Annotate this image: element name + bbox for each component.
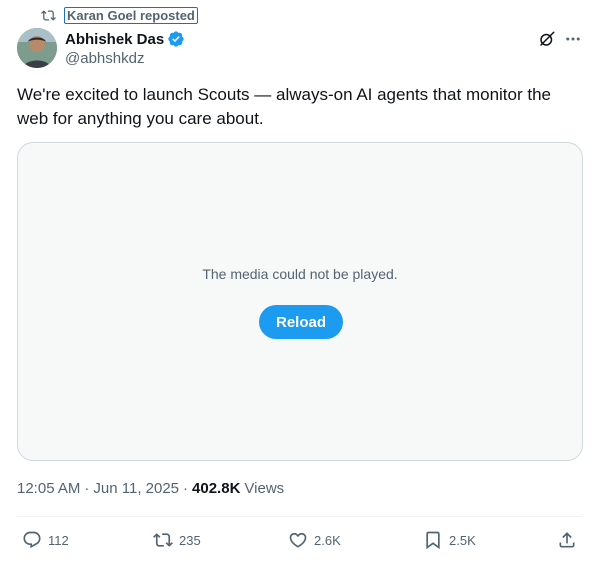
repost-icon <box>153 533 173 547</box>
tweet-time[interactable]: 12:05 AM <box>17 480 80 497</box>
author-handle[interactable]: @abhshkdz <box>65 50 144 67</box>
tweet-meta: 12:05 AM · Jun 11, 2025 · 402.8K Views <box>17 480 284 497</box>
like-count: 2.6K <box>314 532 341 548</box>
author-name[interactable]: Abhishek Das <box>65 30 185 48</box>
repost-label[interactable]: Karan Goel reposted <box>64 7 198 24</box>
share-button[interactable] <box>557 529 577 551</box>
media-error-message: The media could not be played. <box>202 266 398 282</box>
reply-count: 112 <box>48 532 69 548</box>
meta-separator: · <box>183 480 189 497</box>
bookmark-count: 2.5K <box>449 532 476 548</box>
avatar[interactable] <box>17 28 57 68</box>
repost-icon <box>40 8 56 24</box>
tweet-date[interactable]: Jun 11, 2025 <box>93 480 179 497</box>
repost-button[interactable]: 235 <box>153 529 201 551</box>
like-button[interactable]: 2.6K <box>288 529 341 551</box>
repost-indicator: Karan Goel reposted <box>40 7 198 24</box>
bookmark-icon <box>426 531 440 550</box>
divider <box>17 516 582 517</box>
grok-icon[interactable] <box>538 30 556 48</box>
media-container[interactable]: The media could not be played. Reload <box>17 142 583 461</box>
author-name-text[interactable]: Abhishek Das <box>65 31 164 48</box>
action-bar: 112 235 2.6K 2.5K <box>17 529 583 551</box>
reload-button[interactable]: Reload <box>259 305 343 339</box>
meta-separator: · <box>84 480 90 497</box>
views-count: 402.8K <box>192 480 241 497</box>
views-label: Views <box>244 480 285 497</box>
repost-count: 235 <box>179 532 201 548</box>
heart-icon <box>289 532 307 548</box>
more-icon[interactable] <box>563 30 583 48</box>
tweet-text: We're excited to launch Scouts — always-… <box>17 85 551 128</box>
verified-badge-icon[interactable] <box>167 30 185 48</box>
reply-button[interactable]: 112 <box>22 529 69 551</box>
reply-icon <box>23 531 41 549</box>
share-icon <box>559 532 575 548</box>
bookmark-button[interactable]: 2.5K <box>423 529 476 551</box>
